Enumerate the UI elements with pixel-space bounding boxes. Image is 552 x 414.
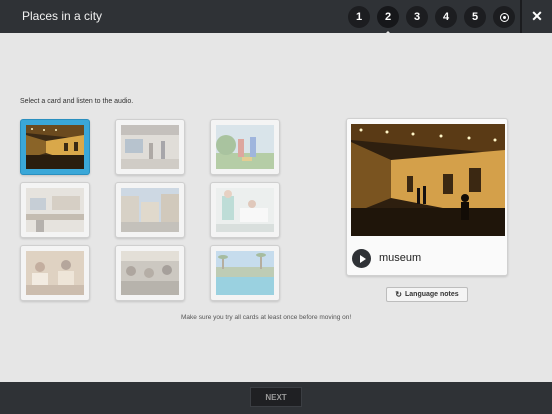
card-office[interactable] <box>20 182 90 238</box>
office-thumbnail <box>26 188 84 232</box>
card-restaurant[interactable] <box>20 245 90 301</box>
step-3-button[interactable]: 3 <box>406 6 428 28</box>
airport-thumbnail <box>121 125 179 169</box>
refresh-icon: ↻ <box>395 290 402 299</box>
page-title: Places in a city <box>22 9 103 23</box>
step-5-button[interactable]: 5 <box>464 6 486 28</box>
hospital-thumbnail <box>216 188 274 232</box>
step-1-button[interactable]: 1 <box>348 6 370 28</box>
hint-text: Make sure you try all cards at least onc… <box>181 314 352 321</box>
card-park[interactable] <box>210 119 280 175</box>
card-word: museum <box>379 252 422 264</box>
museum-thumbnail <box>26 125 84 169</box>
card-hospital[interactable] <box>210 182 280 238</box>
street-thumbnail <box>121 188 179 232</box>
selected-card-detail <box>346 118 508 276</box>
final-step-button[interactable] <box>493 6 515 28</box>
step-2-button[interactable]: 2 <box>377 6 399 35</box>
card-airport[interactable] <box>115 119 185 175</box>
header-divider <box>520 0 522 33</box>
play-audio-button[interactable] <box>352 249 371 268</box>
language-notes-label: Language notes <box>405 291 459 298</box>
card-street[interactable] <box>115 182 185 238</box>
close-icon: ✕ <box>531 7 543 24</box>
step-4-button[interactable]: 4 <box>435 6 457 28</box>
market-thumbnail <box>121 251 179 295</box>
card-pool[interactable] <box>210 245 280 301</box>
instruction-text: Select a card and listen to the audio. <box>20 98 134 105</box>
card-market[interactable] <box>115 245 185 301</box>
language-notes-button[interactable]: ↻ Language notes <box>386 287 468 302</box>
radio-target-icon <box>499 12 509 22</box>
park-thumbnail <box>216 125 274 169</box>
pool-thumbnail <box>216 251 274 295</box>
restaurant-thumbnail <box>26 251 84 295</box>
card-museum[interactable] <box>20 119 90 175</box>
museum-photo <box>351 124 505 236</box>
close-button[interactable]: ✕ <box>528 7 546 25</box>
top-bar: Places in a city 1 2 3 4 5 ✕ <box>0 0 552 35</box>
next-button[interactable]: NEXT <box>250 387 302 407</box>
step-navigation: 1 2 3 4 5 <box>348 6 522 35</box>
